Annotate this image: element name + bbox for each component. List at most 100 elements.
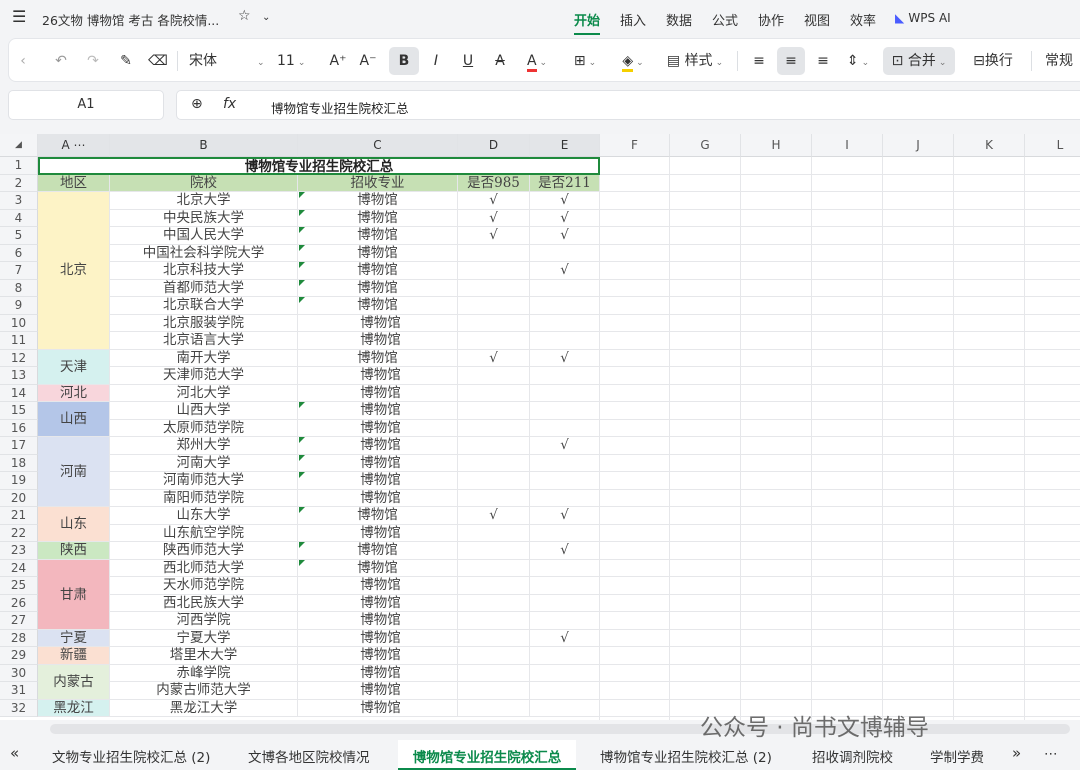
major-cell[interactable]: 博物馆 bbox=[298, 419, 458, 437]
school-cell[interactable]: 郑州大学 bbox=[110, 437, 298, 455]
undo-icon[interactable]: ↶ bbox=[49, 47, 73, 75]
major-cell[interactable]: 博物馆 bbox=[298, 402, 458, 420]
underline-icon[interactable]: U bbox=[455, 47, 481, 75]
major-cell[interactable]: 博物馆 bbox=[298, 437, 458, 455]
column-header-K[interactable]: K bbox=[954, 134, 1025, 157]
is985-cell[interactable] bbox=[458, 489, 530, 507]
is211-cell[interactable] bbox=[530, 472, 600, 490]
is985-cell[interactable] bbox=[458, 472, 530, 490]
major-cell[interactable]: 博物馆 bbox=[298, 332, 458, 350]
row-header-24[interactable]: 24 bbox=[0, 559, 38, 577]
sheet-tab[interactable]: 招收调剂院校 bbox=[812, 746, 893, 766]
spreadsheet-grid[interactable]: ◢ A ⋯ B C D E F G H I J K L 1 2 3 4 5 6 7 8 9 10 11 12 13 14 15 16 17… bbox=[0, 134, 1080, 720]
region-cell[interactable]: 黑龙江 bbox=[38, 699, 110, 717]
is985-cell[interactable] bbox=[458, 437, 530, 455]
is985-cell[interactable] bbox=[458, 542, 530, 560]
decrease-font-icon[interactable]: A⁻ bbox=[355, 47, 381, 75]
menu-formula[interactable]: 公式 bbox=[712, 10, 738, 29]
header-cell[interactable]: 是否211 bbox=[530, 174, 600, 192]
school-cell[interactable]: 河南大学 bbox=[110, 454, 298, 472]
is211-cell[interactable] bbox=[530, 279, 600, 297]
column-header-H[interactable]: H bbox=[741, 134, 812, 157]
major-cell[interactable]: 博物馆 bbox=[298, 244, 458, 262]
major-cell[interactable]: 博物馆 bbox=[298, 682, 458, 700]
region-cell[interactable]: 新疆 bbox=[38, 647, 110, 665]
major-cell[interactable]: 博物馆 bbox=[298, 262, 458, 280]
is211-cell[interactable] bbox=[530, 244, 600, 262]
sheet-tab[interactable]: 学制学费 bbox=[930, 746, 984, 766]
font-color-icon[interactable]: A ⌄ bbox=[519, 47, 555, 75]
row-header-30[interactable]: 30 bbox=[0, 664, 38, 682]
column-menu-icon[interactable]: ⋯ bbox=[70, 138, 86, 152]
school-cell[interactable]: 北京大学 bbox=[110, 192, 298, 210]
is985-cell[interactable] bbox=[458, 577, 530, 595]
major-cell[interactable]: 博物馆 bbox=[298, 489, 458, 507]
is211-cell[interactable]: √ bbox=[530, 629, 600, 647]
is985-cell[interactable] bbox=[458, 297, 530, 315]
row-header-25[interactable]: 25 bbox=[0, 577, 38, 595]
row-header-19[interactable]: 19 bbox=[0, 472, 38, 490]
row-header-29[interactable]: 29 bbox=[0, 647, 38, 665]
is211-cell[interactable] bbox=[530, 559, 600, 577]
school-cell[interactable]: 西北民族大学 bbox=[110, 594, 298, 612]
school-cell[interactable]: 首都师范大学 bbox=[110, 279, 298, 297]
is211-cell[interactable]: √ bbox=[530, 192, 600, 210]
is985-cell[interactable] bbox=[458, 629, 530, 647]
is211-cell[interactable] bbox=[530, 594, 600, 612]
is985-cell[interactable] bbox=[458, 682, 530, 700]
major-cell[interactable]: 博物馆 bbox=[298, 629, 458, 647]
bold-icon[interactable]: B bbox=[389, 47, 419, 75]
formula-content[interactable]: 博物馆专业招生院校汇总 bbox=[271, 98, 409, 117]
row-header-7[interactable]: 7 bbox=[0, 262, 38, 280]
is211-cell[interactable]: √ bbox=[530, 262, 600, 280]
school-cell[interactable]: 塔里木大学 bbox=[110, 647, 298, 665]
menu-insert[interactable]: 插入 bbox=[620, 10, 646, 29]
school-cell[interactable]: 宁夏大学 bbox=[110, 629, 298, 647]
region-cell[interactable]: 内蒙古 bbox=[38, 664, 110, 700]
major-cell[interactable]: 博物馆 bbox=[298, 227, 458, 245]
is211-cell[interactable] bbox=[530, 419, 600, 437]
vertical-align-icon[interactable]: ⇕ ⌄ bbox=[841, 47, 875, 75]
school-cell[interactable]: 北京服装学院 bbox=[110, 314, 298, 332]
row-header-6[interactable]: 6 bbox=[0, 244, 38, 262]
is211-cell[interactable] bbox=[530, 367, 600, 385]
italic-icon[interactable]: I bbox=[423, 47, 449, 75]
is985-cell[interactable] bbox=[458, 402, 530, 420]
hamburger-icon[interactable]: ☰ bbox=[12, 7, 26, 26]
is985-cell[interactable] bbox=[458, 559, 530, 577]
is985-cell[interactable]: √ bbox=[458, 209, 530, 227]
school-cell[interactable]: 山西大学 bbox=[110, 402, 298, 420]
is985-cell[interactable] bbox=[458, 384, 530, 402]
major-cell[interactable]: 博物馆 bbox=[298, 577, 458, 595]
school-cell[interactable]: 南开大学 bbox=[110, 349, 298, 367]
align-left-icon[interactable]: ≡ bbox=[745, 47, 773, 75]
major-cell[interactable]: 博物馆 bbox=[298, 349, 458, 367]
region-cell[interactable]: 山西 bbox=[38, 402, 110, 437]
is985-cell[interactable]: √ bbox=[458, 349, 530, 367]
is985-cell[interactable] bbox=[458, 367, 530, 385]
is985-cell[interactable] bbox=[458, 244, 530, 262]
major-cell[interactable]: 博物馆 bbox=[298, 647, 458, 665]
row-header-14[interactable]: 14 bbox=[0, 384, 38, 402]
school-cell[interactable]: 中央民族大学 bbox=[110, 209, 298, 227]
major-cell[interactable]: 博物馆 bbox=[298, 664, 458, 682]
number-format-select[interactable]: 常规 bbox=[1039, 47, 1079, 75]
major-cell[interactable]: 博物馆 bbox=[298, 507, 458, 525]
is211-cell[interactable] bbox=[530, 332, 600, 350]
row-header-3[interactable]: 3 bbox=[0, 192, 38, 210]
row-header-5[interactable]: 5 bbox=[0, 227, 38, 245]
school-cell[interactable]: 中国社会科学院大学 bbox=[110, 244, 298, 262]
major-cell[interactable]: 博物馆 bbox=[298, 699, 458, 717]
row-header-26[interactable]: 26 bbox=[0, 594, 38, 612]
wrap-text-button[interactable]: ⊟换行 bbox=[965, 47, 1021, 75]
row-header-12[interactable]: 12 bbox=[0, 349, 38, 367]
sheet-tab[interactable]: 文博各地区院校情况 bbox=[248, 746, 370, 766]
is985-cell[interactable] bbox=[458, 594, 530, 612]
major-cell[interactable]: 博物馆 bbox=[298, 524, 458, 542]
school-cell[interactable]: 河北大学 bbox=[110, 384, 298, 402]
is985-cell[interactable] bbox=[458, 699, 530, 717]
formula-input-area[interactable]: ⊕ fx 博物馆专业招生院校汇总 bbox=[176, 90, 1080, 120]
column-header-B[interactable]: B bbox=[110, 134, 298, 157]
align-center-icon[interactable]: ≡ bbox=[777, 47, 805, 75]
header-cell[interactable]: 地区 bbox=[38, 174, 110, 192]
